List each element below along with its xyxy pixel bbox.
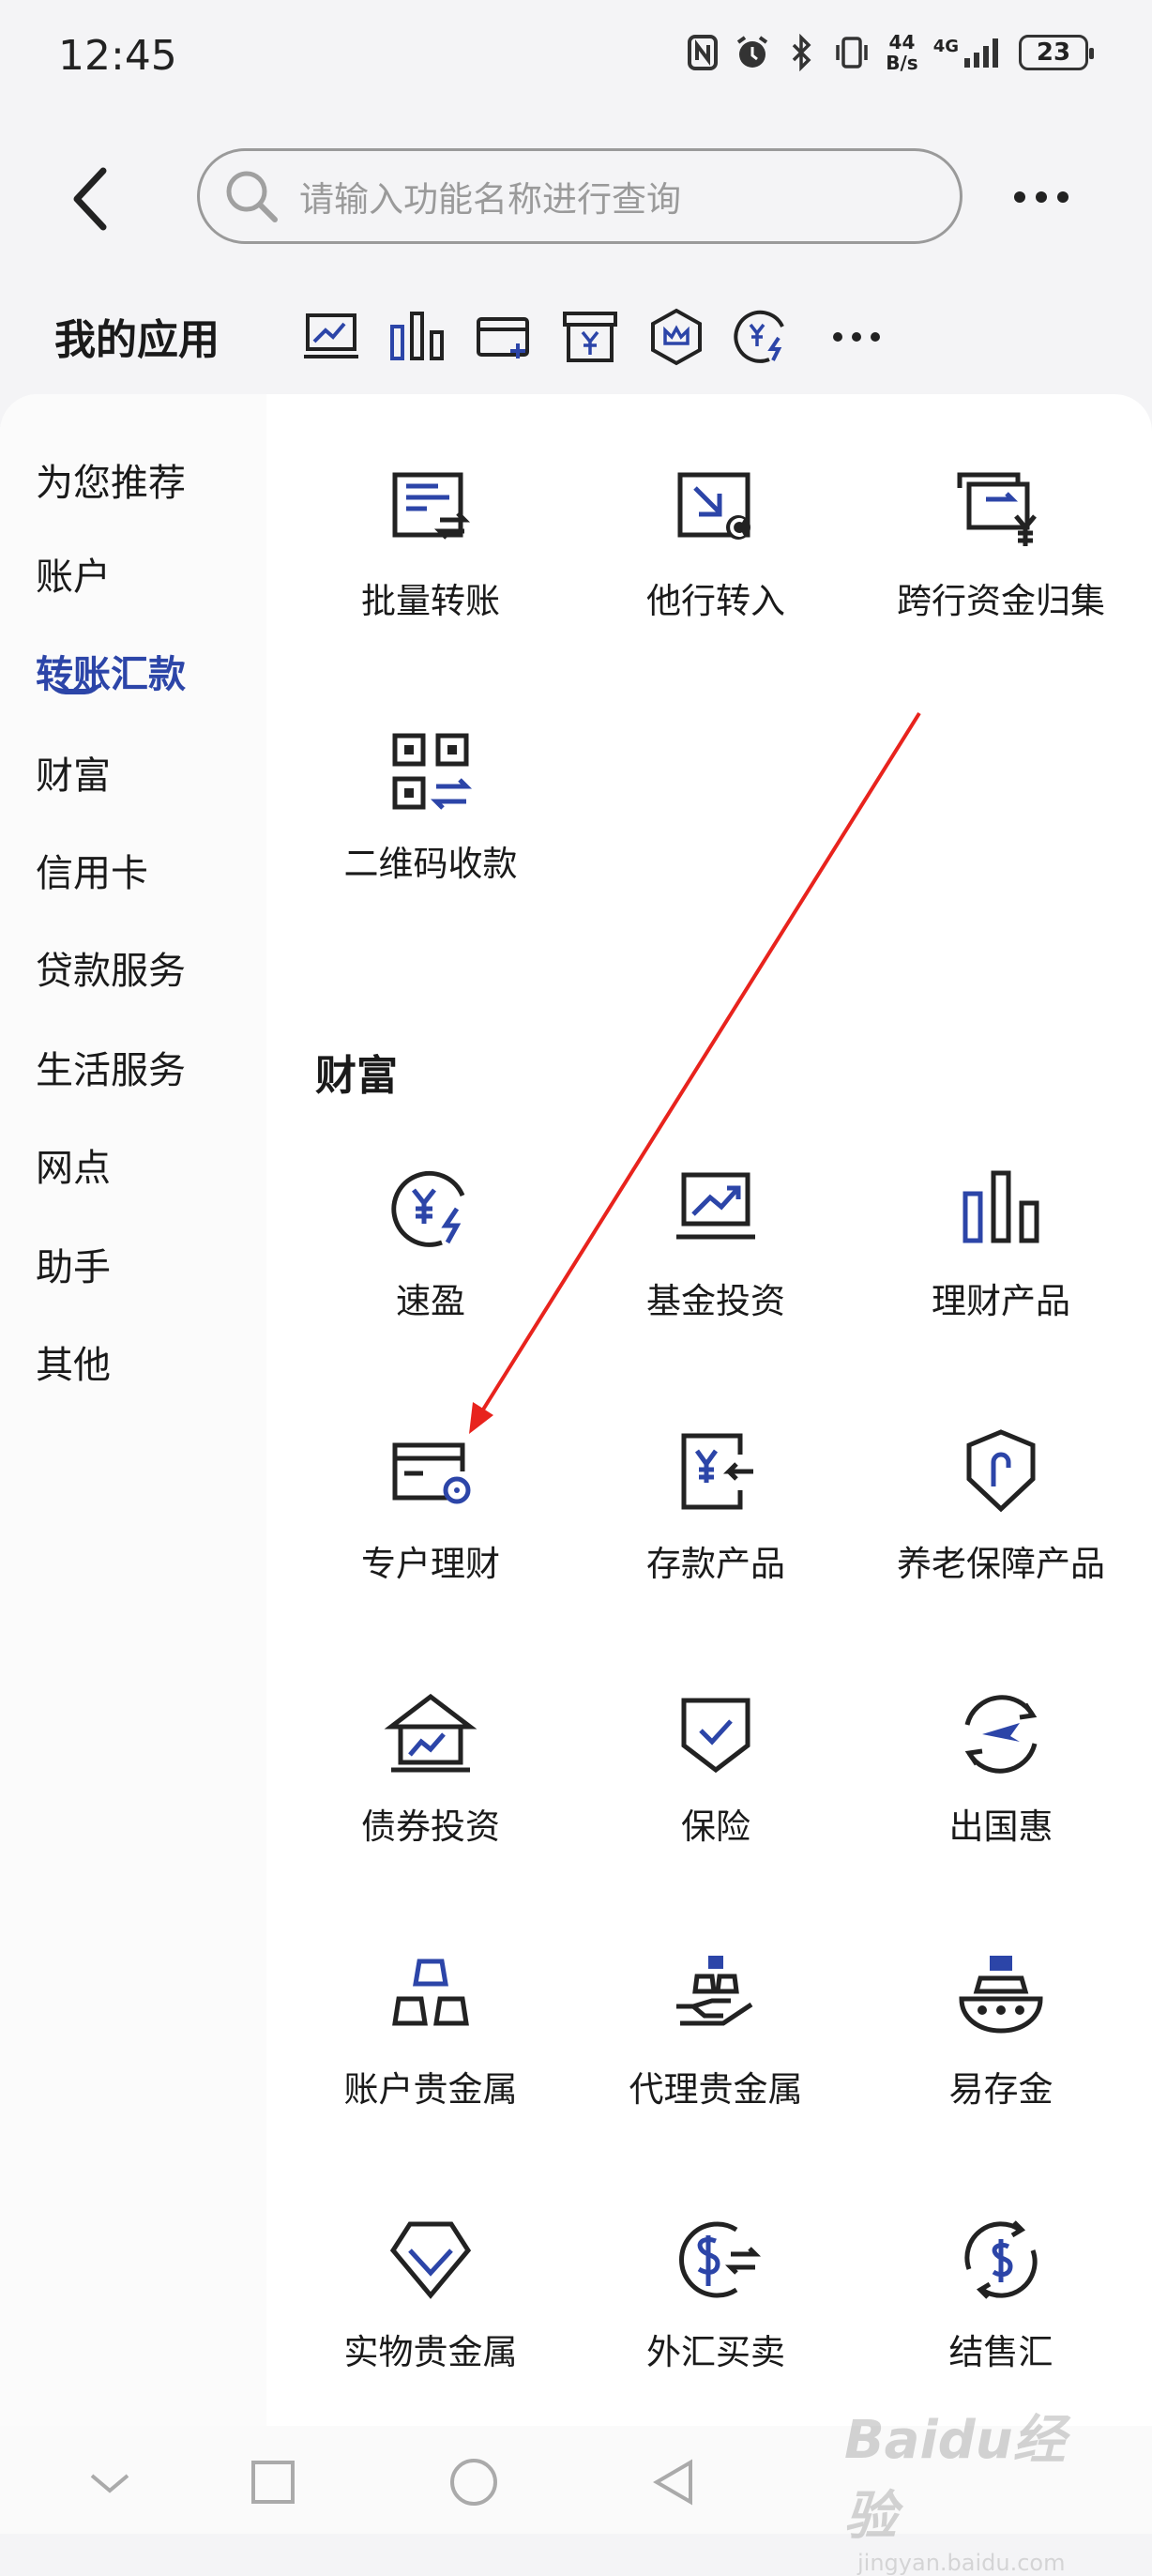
back-triangle-icon[interactable] xyxy=(642,2449,707,2515)
shield-cane-icon xyxy=(966,1429,1036,1513)
qr-code-icon xyxy=(392,733,473,810)
qr-receive-label: 二维码收款 xyxy=(343,844,518,884)
physical-precious-metals-button[interactable]: 实物贵金属 xyxy=(290,2213,571,2374)
my-apps-title: 我的应用 xyxy=(54,316,220,364)
account-precious-metals-label: 账户贵金属 xyxy=(343,2069,518,2110)
fx-settlement-label: 结售汇 xyxy=(948,2332,1053,2372)
batch-transfer-label: 批量转账 xyxy=(361,581,500,621)
inbound-transfer-icon xyxy=(677,472,750,540)
card-coin-icon xyxy=(392,1442,471,1504)
more-options-button[interactable] xyxy=(1004,178,1079,216)
wealth-products-label: 理财产品 xyxy=(932,1281,1070,1321)
physical-precious-metals-label: 实物贵金属 xyxy=(343,2332,518,2372)
net-speed: 44 B/s xyxy=(886,31,918,74)
battery-indicator: 23 xyxy=(1019,35,1094,70)
deposit-products-button[interactable]: 存款产品 xyxy=(575,1425,856,1586)
category-sidebar: 为您推荐 账户 转账汇款 财富 信用卡 贷款服务 生活服务 网点 助手 其他 xyxy=(0,394,266,2426)
signal-bars-icon xyxy=(964,38,998,68)
card-add-icon[interactable] xyxy=(473,306,535,368)
baidu-watermark: Baidu经验 jingyan.baidu.com xyxy=(844,2410,1066,2576)
sidebar-item-other[interactable]: 其他 xyxy=(36,1334,111,1389)
yen-box-icon[interactable] xyxy=(559,306,621,368)
agency-precious-metals-label: 代理贵金属 xyxy=(629,2069,803,2110)
sidebar-item-life-services[interactable]: 生活服务 xyxy=(36,1040,186,1094)
sidebar-item-account[interactable]: 账户 xyxy=(36,546,111,601)
account-precious-metals-button[interactable]: 账户贵金属 xyxy=(290,1950,571,2111)
globe-plane-icon xyxy=(964,1695,1038,1774)
cross-bank-pooling-button[interactable]: 跨行资金归集 xyxy=(860,462,1142,623)
deposit-products-label: 存款产品 xyxy=(646,1544,785,1584)
yen-deposit-icon xyxy=(681,1433,753,1510)
bar-chart-icon xyxy=(963,1170,1039,1243)
agency-precious-metals-button[interactable]: 代理贵金属 xyxy=(575,1950,856,2111)
bond-investment-label: 债券投资 xyxy=(361,1806,500,1847)
my-apps-more-button[interactable] xyxy=(826,306,887,368)
diamond-icon xyxy=(389,2221,472,2299)
cross-bank-pooling-label: 跨行资金归集 xyxy=(897,581,1105,621)
status-icons: 44 B/s 4G 23 xyxy=(687,31,1094,74)
status-time: 12:45 xyxy=(58,32,177,80)
sidebar-item-loans[interactable]: 贷款服务 xyxy=(36,940,186,995)
fx-settlement-button[interactable]: 结售汇 xyxy=(860,2213,1142,2374)
inbound-transfer-button[interactable]: 他行转入 xyxy=(575,462,856,623)
overseas-benefits-button[interactable]: 出国惠 xyxy=(860,1687,1142,1849)
wealth-products-button[interactable]: 理财产品 xyxy=(860,1162,1142,1323)
dollar-exchange-icon xyxy=(679,2221,762,2298)
sidebar-item-branches[interactable]: 网点 xyxy=(36,1137,111,1192)
cross-bank-pooling-icon xyxy=(957,472,1037,546)
yen-speed-icon[interactable] xyxy=(732,306,794,368)
pension-products-label: 养老保障产品 xyxy=(897,1544,1105,1584)
search-icon xyxy=(226,171,278,222)
search-input[interactable]: 请输入功能名称进行查询 xyxy=(197,148,963,244)
home-icon[interactable] xyxy=(441,2449,507,2515)
recent-apps-icon[interactable] xyxy=(240,2449,306,2515)
sidebar-item-assistant[interactable]: 助手 xyxy=(36,1237,111,1291)
easy-gold-deposit-button[interactable]: 易存金 xyxy=(860,1950,1142,2111)
inbound-transfer-label: 他行转入 xyxy=(646,581,785,621)
forex-trading-label: 外汇买卖 xyxy=(646,2332,785,2372)
nfc-icon xyxy=(688,35,719,70)
bar-chart-icon[interactable] xyxy=(387,306,448,368)
suying-label: 速盈 xyxy=(396,1281,465,1321)
gold-bowl-icon xyxy=(959,1956,1043,2034)
vibrate-icon xyxy=(836,37,868,69)
back-arrow-icon[interactable] xyxy=(66,161,122,236)
insurance-label: 保险 xyxy=(681,1806,750,1847)
bluetooth-icon xyxy=(792,34,811,71)
bond-investment-button[interactable]: 债券投资 xyxy=(290,1687,571,1849)
suying-button[interactable]: 速盈 xyxy=(290,1162,571,1323)
sidebar-item-wealth[interactable]: 财富 xyxy=(36,745,111,800)
pension-products-button[interactable]: 养老保障产品 xyxy=(860,1425,1142,1586)
batch-transfer-icon xyxy=(392,472,471,540)
wealth-section-title: 财富 xyxy=(315,1052,398,1100)
signal-strength: 4G xyxy=(933,36,1004,69)
gold-bars-icon xyxy=(392,1959,469,2026)
fund-chart-icon xyxy=(676,1172,755,1240)
bank-chart-icon xyxy=(384,1693,477,1773)
yen-speed-icon xyxy=(391,1170,465,1247)
sidebar-item-credit-card[interactable]: 信用卡 xyxy=(36,843,148,897)
crown-hex-icon[interactable] xyxy=(645,306,707,368)
alarm-icon xyxy=(737,36,768,68)
chevron-down-icon[interactable] xyxy=(77,2449,143,2515)
fund-investment-label: 基金投资 xyxy=(646,1281,785,1321)
gold-hand-icon xyxy=(676,1956,753,2026)
fund-investment-button[interactable]: 基金投资 xyxy=(575,1162,856,1323)
my-apps-shortcuts xyxy=(300,306,887,368)
shield-check-icon xyxy=(681,1698,750,1774)
dedicated-account-wealth-button[interactable]: 专户理财 xyxy=(290,1425,571,1586)
overseas-benefits-label: 出国惠 xyxy=(948,1806,1053,1847)
insurance-button[interactable]: 保险 xyxy=(575,1687,856,1849)
easy-gold-deposit-label: 易存金 xyxy=(948,2069,1053,2110)
qr-receive-button[interactable]: 二维码收款 xyxy=(290,724,571,886)
fund-chart-icon[interactable] xyxy=(300,306,362,368)
batch-transfer-button[interactable]: 批量转账 xyxy=(290,462,571,623)
search-placeholder: 请输入功能名称进行查询 xyxy=(299,179,681,220)
forex-trading-button[interactable]: 外汇买卖 xyxy=(575,2213,856,2374)
dedicated-account-wealth-label: 专户理财 xyxy=(361,1544,500,1584)
sidebar-item-recommend[interactable]: 为您推荐 xyxy=(36,452,186,507)
dollar-cycle-icon xyxy=(964,2220,1038,2299)
